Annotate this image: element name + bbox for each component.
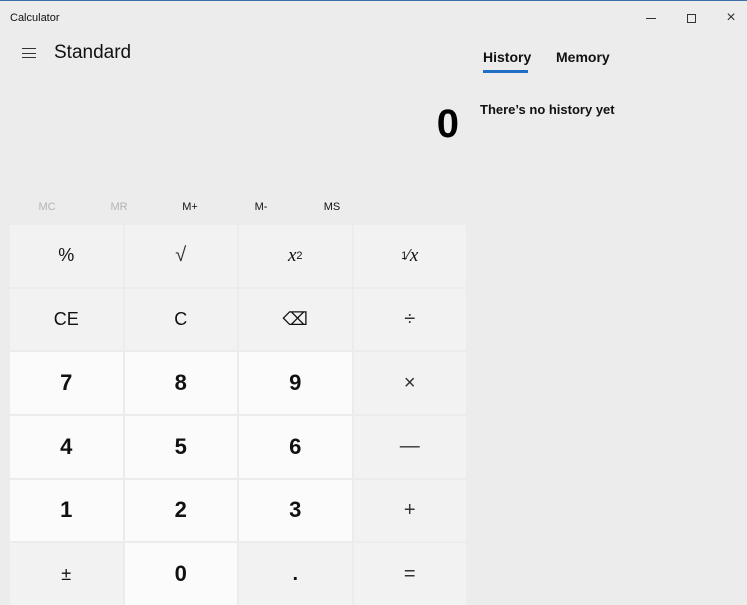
history-empty-message: There’s no history yet: [480, 102, 615, 117]
digit-4-button[interactable]: 4: [10, 416, 123, 478]
equals-button[interactable]: =: [353, 543, 466, 605]
minimize-icon: [646, 17, 656, 19]
title-bar: Calculator ×: [0, 1, 747, 33]
app-title: Calculator: [10, 12, 60, 24]
backspace-button[interactable]: ⌫: [239, 288, 352, 351]
tab-memory[interactable]: Memory: [556, 49, 610, 65]
digit-label: 3: [289, 497, 302, 523]
negate-label: ±: [61, 563, 72, 584]
negate-button[interactable]: ±: [10, 543, 123, 605]
square-exponent-label: 2: [296, 249, 303, 262]
plus-icon: +: [403, 498, 416, 521]
digit-label: 8: [174, 370, 187, 396]
multiply-button[interactable]: ×: [353, 352, 466, 414]
add-button[interactable]: +: [353, 479, 466, 542]
minus-icon: —: [399, 435, 420, 458]
square-base-label: x: [287, 244, 297, 266]
digit-5-button[interactable]: 5: [124, 416, 237, 478]
memory-subtract-button[interactable]: M-: [226, 196, 296, 218]
square-button[interactable]: x2: [239, 225, 352, 287]
divide-button[interactable]: ÷: [353, 288, 466, 351]
digit-label: 2: [174, 497, 187, 523]
digit-7-button[interactable]: 7: [10, 352, 123, 414]
tab-history[interactable]: History: [483, 49, 531, 65]
result-display: 0: [436, 102, 459, 146]
equals-icon: =: [403, 562, 416, 585]
digit-label: 4: [60, 433, 73, 459]
memory-add-button[interactable]: M+: [155, 196, 225, 218]
decimal-label: .: [292, 562, 299, 585]
multiply-icon: ×: [403, 371, 416, 394]
backspace-icon: ⌫: [282, 308, 308, 329]
digit-3-button[interactable]: 3: [239, 479, 352, 542]
digit-2-button[interactable]: 2: [124, 479, 237, 542]
mode-title: Standard: [54, 42, 132, 63]
subtract-button[interactable]: —: [353, 416, 466, 478]
digit-label: 9: [289, 370, 302, 396]
digit-1-button[interactable]: 1: [10, 479, 123, 542]
clear-label: C: [174, 308, 188, 329]
reciprocal-denominator: x: [409, 244, 419, 266]
hamburger-menu-icon[interactable]: [22, 48, 36, 58]
percent-button[interactable]: %: [10, 225, 123, 287]
keypad: % √ x2 1 ⁄ x CE C ⌫ ÷ 7 8 9 × 4 5 6 — 1 2 …: [10, 225, 466, 605]
digit-8-button[interactable]: 8: [124, 352, 237, 414]
digit-label: 6: [289, 433, 302, 459]
square-root-label: √: [175, 244, 187, 267]
memory-clear-button: MC: [38, 201, 56, 213]
digit-label: 0: [174, 561, 187, 587]
clear-entry-label: CE: [53, 308, 79, 329]
active-tab-indicator: [483, 70, 528, 73]
clear-button[interactable]: C: [124, 288, 237, 351]
clear-entry-button[interactable]: CE: [10, 288, 123, 351]
digit-6-button[interactable]: 6: [239, 416, 352, 478]
digit-9-button[interactable]: 9: [239, 352, 352, 414]
divide-icon: ÷: [404, 307, 416, 330]
reciprocal-button[interactable]: 1 ⁄ x: [353, 225, 466, 287]
digit-label: 7: [60, 370, 73, 396]
maximize-icon: [686, 13, 696, 23]
digit-label: 5: [174, 433, 187, 459]
memory-store-button[interactable]: MS: [297, 196, 367, 218]
digit-0-button[interactable]: 0: [124, 543, 237, 605]
square-root-button[interactable]: √: [124, 225, 237, 287]
digit-label: 1: [60, 497, 73, 523]
close-button[interactable]: ×: [708, 2, 747, 34]
close-icon: ×: [726, 9, 736, 26]
percent-label: %: [58, 245, 75, 266]
decimal-button[interactable]: .: [239, 543, 352, 605]
memory-buttons: MC MR M+ M- MS: [0, 196, 470, 218]
memory-recall-button: MR: [110, 201, 128, 213]
